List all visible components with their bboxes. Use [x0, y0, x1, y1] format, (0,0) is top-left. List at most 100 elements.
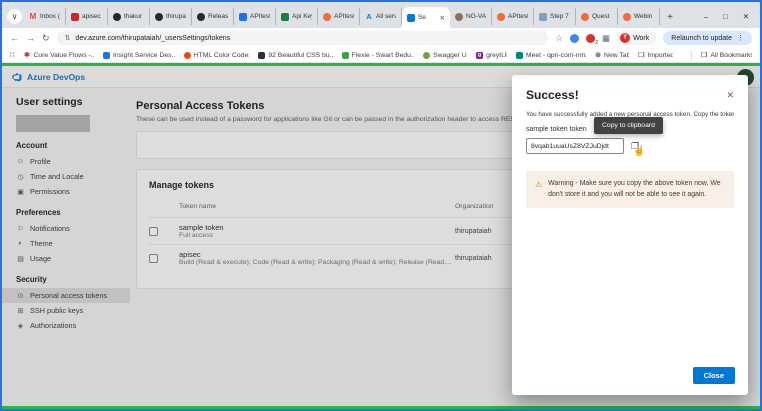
- token-value-input[interactable]: [526, 138, 624, 154]
- browser-tab[interactable]: APItest: [492, 8, 534, 25]
- browser-tab[interactable]: NG-VA: [450, 8, 492, 25]
- bookmark-label: New Tab: [604, 52, 629, 59]
- browser-tab[interactable]: APItest: [234, 8, 276, 25]
- warning-icon: ⚠: [535, 179, 542, 200]
- browser-tab[interactable]: thirupa: [150, 8, 192, 25]
- sidebar-item-personal-access-tokens[interactable]: ⊙Personal access tokens: [2, 288, 130, 303]
- browser-tab[interactable]: Step 7: [534, 8, 576, 25]
- minimize-button[interactable]: –: [704, 12, 708, 21]
- azure-devops-brand[interactable]: Azure DevOps: [12, 72, 85, 82]
- token-name[interactable]: apisec: [179, 250, 455, 259]
- bookmark[interactable]: ❒Imported: [638, 52, 673, 59]
- browser-tab[interactable]: APItest: [318, 8, 360, 25]
- back-button[interactable]: ←: [10, 33, 19, 43]
- window-close-button[interactable]: ✕: [743, 12, 749, 21]
- maximize-button[interactable]: □: [723, 12, 728, 21]
- settings-sidebar: User settings Account ☺Profile ◷Time and…: [2, 88, 130, 406]
- bookmarks-bar: ∷ ✱Core Value Flows -... Insight Service…: [2, 48, 760, 63]
- azure-icon: A: [365, 13, 373, 21]
- bookmark[interactable]: ⊛New Tab: [595, 52, 629, 59]
- url-text: dev.azure.com/thirupataiah/_usersSetting…: [75, 35, 230, 42]
- bookmark[interactable]: Flexie - Swart Bedu...: [342, 52, 414, 59]
- browser-tab[interactable]: Webin: [618, 8, 660, 25]
- bookmark[interactable]: ✱Core Value Flows -...: [23, 52, 94, 59]
- success-dialog: Success! ✕ You have successfully added a…: [512, 75, 748, 395]
- row-checkbox[interactable]: [149, 254, 158, 263]
- sidebar-item-usage[interactable]: ▤Usage: [16, 251, 130, 266]
- relaunch-to-update-button[interactable]: Relaunch to update ⋮: [663, 31, 752, 45]
- tab-search-button[interactable]: ∨: [7, 9, 22, 24]
- bookmark-label: HTML Color Codes: [194, 52, 250, 59]
- browser-tab[interactable]: Quest: [576, 8, 618, 25]
- apps-grid-icon[interactable]: ∷: [10, 52, 14, 59]
- sidebar-item-label: Time and Locale: [30, 172, 84, 181]
- url-field[interactable]: ⇅ dev.azure.com/thirupataiah/_usersSetti…: [57, 31, 549, 45]
- token-scope: Build (Read & execute); Code (Read & wri…: [179, 259, 455, 266]
- tab-title: thirupa: [166, 13, 186, 20]
- sidebar-item-label: Notifications: [30, 224, 70, 233]
- browser-tab[interactable]: thakur: [108, 8, 150, 25]
- bookmark[interactable]: ggreytUI: [476, 52, 507, 59]
- ssh-icon: ⊞: [16, 307, 25, 315]
- browser-tab[interactable]: MInbox (: [24, 8, 66, 25]
- tab-title: APItest: [250, 13, 270, 20]
- browser-tab[interactable]: Releas: [192, 8, 234, 25]
- tab-close-icon[interactable]: ✕: [440, 14, 445, 22]
- row-checkbox[interactable]: [149, 227, 158, 236]
- sidebar-item-ssh-public-keys[interactable]: ⊞SSH public keys: [16, 303, 130, 318]
- bookmark[interactable]: HTML Color Codes: [184, 52, 250, 59]
- forward-button[interactable]: →: [26, 33, 35, 43]
- all-bookmarks-button[interactable]: ❒All Bookmarks: [701, 52, 752, 59]
- auth-icon: ◈: [16, 322, 25, 330]
- bookmark[interactable]: Insight Service Des...: [103, 52, 175, 59]
- reload-button[interactable]: ↻: [42, 33, 50, 44]
- bookmark[interactable]: Meet - qpn-com-nmx: [516, 52, 586, 59]
- bookmark-label: Core Value Flows -...: [33, 52, 94, 59]
- azure-devops-icon: [407, 14, 415, 22]
- sidebar-item-time-and-locale[interactable]: ◷Time and Locale: [16, 169, 130, 184]
- tab-title: Inbox (: [40, 13, 60, 20]
- menu-dots-icon[interactable]: ⋮: [737, 34, 744, 42]
- folder-icon: ❒: [638, 52, 644, 59]
- extensions-puzzle-icon[interactable]: ▦: [602, 33, 610, 44]
- extension-icon[interactable]: [570, 34, 579, 43]
- sidebar-item-authorizations[interactable]: ◈Authorizations: [16, 318, 130, 333]
- browser-tab[interactable]: Api Key: [276, 8, 318, 25]
- sidebar-item-notifications[interactable]: ⚐Notifications: [16, 221, 130, 236]
- tab-title: thakur: [124, 13, 144, 20]
- dialog-close-icon[interactable]: ✕: [726, 90, 734, 101]
- copy-tooltip: Copy to clipboard: [594, 117, 663, 134]
- extension-badge: 2: [595, 40, 598, 46]
- apisec-icon: [71, 13, 79, 21]
- profile-chip[interactable]: T Work: [617, 31, 656, 45]
- bookmark-star-icon[interactable]: ☆: [555, 33, 563, 44]
- swagger-icon: [423, 52, 430, 59]
- greyt-icon: g: [476, 52, 483, 59]
- sidebar-item-label: Usage: [30, 254, 51, 263]
- bookmark[interactable]: Swagger UI: [423, 52, 467, 59]
- sidebar-item-profile[interactable]: ☺Profile: [16, 154, 130, 169]
- sidebar-section-preferences: Preferences: [16, 208, 130, 217]
- extension-icon[interactable]: 2: [586, 34, 595, 43]
- postman-icon: [323, 13, 331, 21]
- tab-title: Webin: [634, 13, 654, 20]
- warning-banner: ⚠ Warning - Make sure you copy the above…: [526, 171, 734, 208]
- token-name[interactable]: sample token: [179, 223, 455, 232]
- dialog-close-button[interactable]: Close: [693, 367, 735, 384]
- sidebar-title: User settings: [16, 96, 130, 108]
- browser-tab[interactable]: apisec: [66, 8, 108, 25]
- tab-title: All serv: [376, 13, 396, 20]
- browser-tab[interactable]: AAll serv: [360, 8, 402, 25]
- github-icon: [197, 13, 205, 21]
- sidebar-item-theme[interactable]: ◐Theme: [16, 236, 130, 251]
- sidebar-item-permissions[interactable]: ▣Permissions: [16, 184, 130, 199]
- bookmark-label: Meet - qpn-com-nmx: [526, 52, 586, 59]
- tab-title: APItest: [334, 13, 354, 20]
- bookmark[interactable]: 92 Beautiful CSS bu...: [258, 52, 332, 59]
- new-tab-button[interactable]: +: [662, 12, 678, 23]
- browser-tab-active[interactable]: Se✕: [402, 7, 450, 28]
- site-info-icon[interactable]: ⇅: [65, 34, 71, 42]
- tabs-container: MInbox ( apisec thakur thirupa Releas AP…: [24, 7, 660, 28]
- globe-icon: ⊛: [595, 52, 601, 59]
- bookmark-label: Flexie - Swart Bedu...: [352, 52, 414, 59]
